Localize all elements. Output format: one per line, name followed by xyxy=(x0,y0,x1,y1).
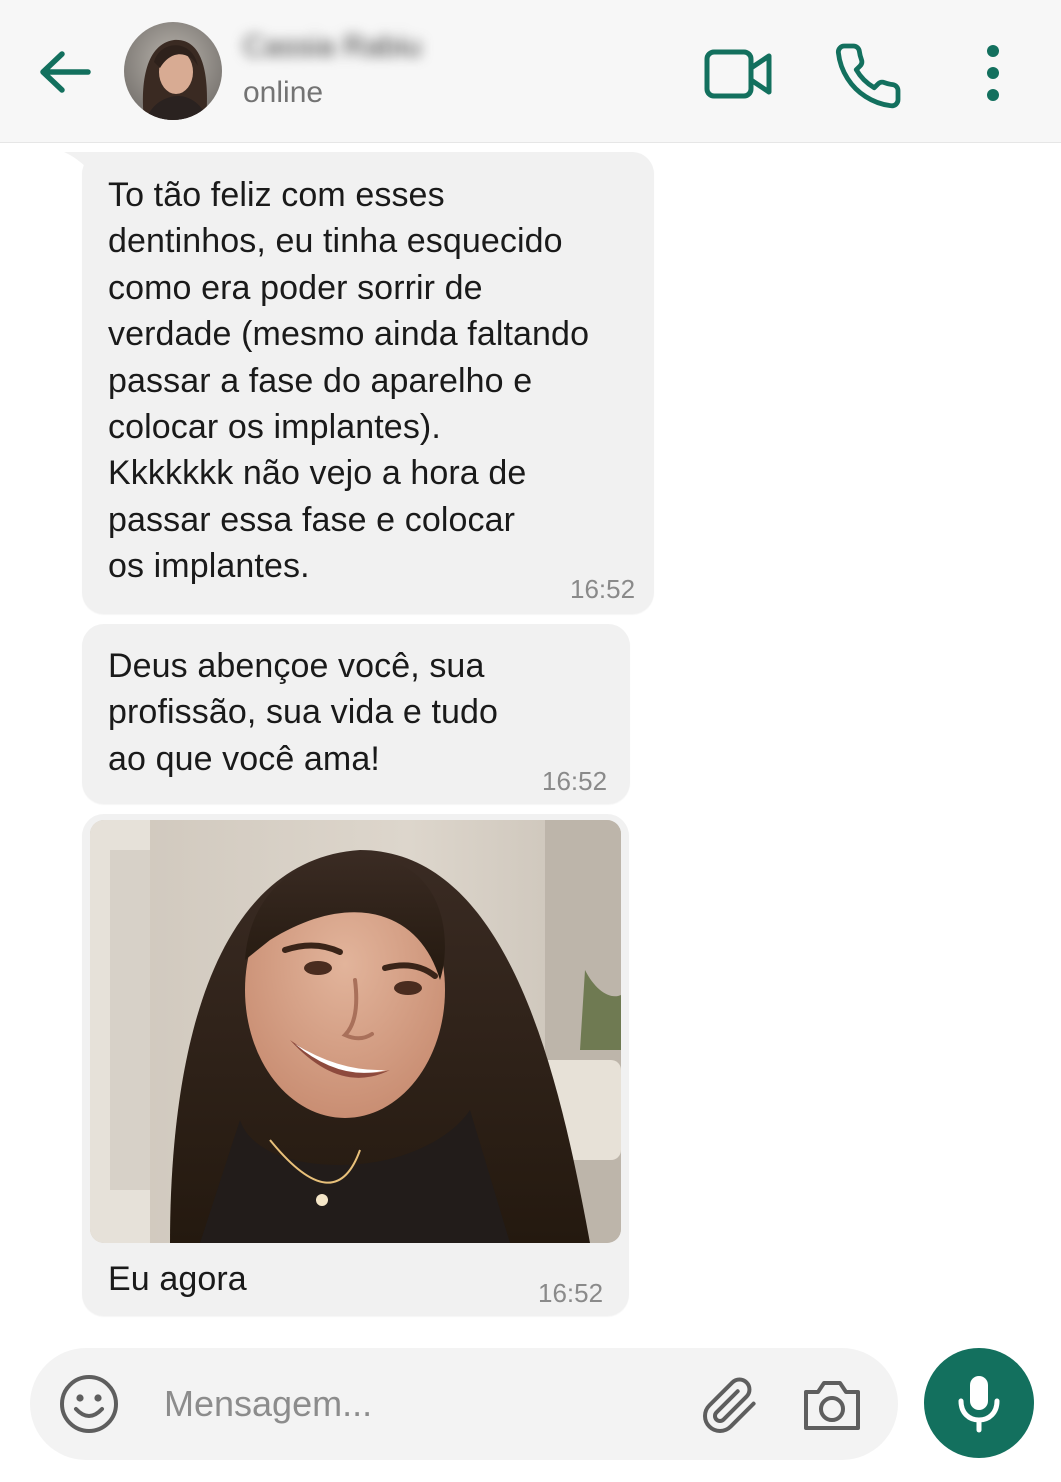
camera-icon xyxy=(804,1381,860,1430)
message-text: Deus abençoe você, sua profissão, sua vi… xyxy=(108,647,499,778)
message-composer xyxy=(30,1348,898,1460)
back-button[interactable] xyxy=(32,40,98,106)
video-camera-icon xyxy=(704,49,772,99)
message-input[interactable] xyxy=(164,1378,664,1430)
video-call-button[interactable] xyxy=(700,44,776,104)
emoji-icon xyxy=(60,1375,118,1433)
camera-button[interactable] xyxy=(800,1376,864,1434)
avatar[interactable] xyxy=(124,22,222,120)
message-bubble[interactable]: To tão feliz com esses dentinhos, eu tin… xyxy=(82,152,654,614)
message-text: To tão feliz com esses dentinhos, eu tin… xyxy=(108,176,590,586)
chat-header: Cassia Rabiu online xyxy=(0,0,1061,143)
paperclip-icon xyxy=(703,1377,756,1433)
more-options-button[interactable] xyxy=(972,40,1014,106)
message-time: 16:52 xyxy=(538,1278,604,1308)
message-time: 16:52 xyxy=(570,574,636,604)
photo-attachment[interactable] xyxy=(90,820,621,1243)
attach-button[interactable] xyxy=(700,1376,760,1436)
phone-icon xyxy=(835,43,901,109)
contact-status: online xyxy=(243,76,324,109)
message-time: 16:52 xyxy=(542,766,608,796)
chat-screen: Cassia Rabiu online To tão feliz com ess… xyxy=(0,0,1061,1482)
emoji-button[interactable] xyxy=(58,1373,120,1435)
voice-call-button[interactable] xyxy=(832,40,904,112)
more-vertical-icon xyxy=(987,45,999,101)
voice-message-button[interactable] xyxy=(924,1348,1034,1458)
message-bubble[interactable]: Deus abençoe você, sua profissão, sua vi… xyxy=(82,624,630,804)
contact-name[interactable]: Cassia Rabiu xyxy=(243,30,421,64)
arrow-left-icon xyxy=(40,51,91,93)
microphone-icon xyxy=(958,1376,1000,1433)
image-caption: Eu agora xyxy=(108,1260,247,1298)
